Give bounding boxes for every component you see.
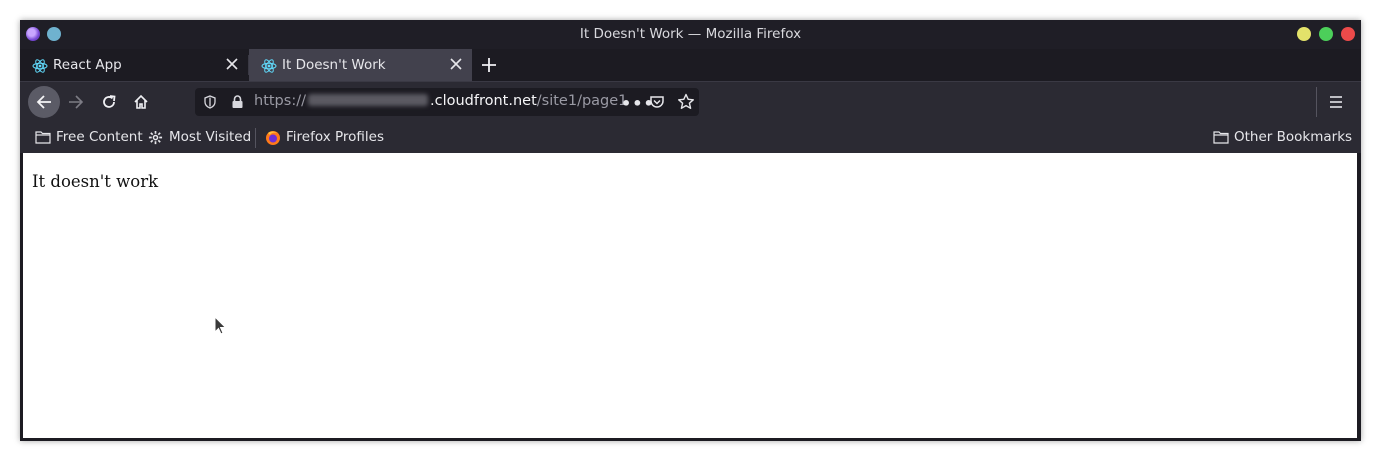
page-content: It doesn't work (23, 153, 1357, 438)
bookmark-star-icon[interactable] (677, 93, 695, 111)
mouse-cursor-icon (214, 316, 227, 335)
bookmark-label: Most Visited (169, 129, 252, 145)
gear-icon (148, 130, 163, 145)
back-button[interactable] (28, 86, 60, 118)
pocket-icon[interactable] (649, 94, 665, 110)
minimize-button[interactable] (1297, 27, 1311, 41)
url-scheme: https:// (254, 93, 306, 109)
firefox-icon (266, 131, 280, 145)
toolbar-separator (1316, 87, 1317, 117)
bookmarks-toolbar: Free Content Most Visited Firefox Profil… (20, 121, 1361, 153)
bookmark-label: Firefox Profiles (286, 129, 384, 145)
tab-react-app[interactable]: React App (20, 49, 248, 81)
close-tab-icon[interactable] (449, 57, 463, 71)
forward-button[interactable] (60, 86, 92, 118)
maximize-button[interactable] (1319, 27, 1333, 41)
url-domain: .cloudfront.net (429, 93, 537, 109)
navigation-toolbar: https://.cloudfront.net/site1/page1 ••• (20, 81, 1361, 122)
folder-icon (1213, 131, 1229, 144)
new-tab-icon[interactable] (480, 56, 498, 74)
tab-label: It Doesn't Work (282, 57, 386, 73)
react-icon (261, 59, 277, 73)
title-bar: It Doesn't Work — Mozilla Firefox (20, 20, 1361, 49)
arrow-right-icon (69, 95, 84, 109)
bookmark-label: Other Bookmarks (1234, 129, 1353, 145)
lock-icon[interactable] (231, 95, 244, 109)
address-bar[interactable]: https://.cloudfront.net/site1/page1 ••• (195, 88, 699, 116)
hamburger-menu-icon[interactable] (1328, 94, 1344, 110)
browser-window: It Doesn't Work — Mozilla Firefox React … (20, 20, 1361, 441)
reload-button[interactable] (93, 86, 125, 118)
reload-icon (103, 95, 116, 108)
page-text: It doesn't work (32, 172, 159, 191)
tab-label: React App (53, 57, 122, 73)
close-window-button[interactable] (1341, 27, 1355, 41)
redacted-subdomain (307, 94, 428, 106)
bookmarks-separator (255, 128, 256, 148)
home-button[interactable] (125, 86, 157, 118)
bookmark-label: Free Content (56, 129, 143, 145)
arrow-left-icon (36, 95, 51, 109)
close-tab-icon[interactable] (225, 57, 239, 71)
home-icon (134, 94, 148, 109)
react-icon (32, 59, 48, 73)
url-text[interactable]: https:// .cloudfront.net/site1/page1 (254, 93, 627, 109)
tab-it-doesnt-work[interactable]: It Doesn't Work (249, 49, 472, 81)
url-path: /site1/page1 (536, 93, 628, 109)
window-title: It Doesn't Work — Mozilla Firefox (579, 26, 802, 42)
folder-icon (35, 131, 51, 144)
tab-strip: React App It Doesn't Work (20, 49, 1361, 81)
tracking-protection-icon[interactable] (203, 95, 217, 109)
